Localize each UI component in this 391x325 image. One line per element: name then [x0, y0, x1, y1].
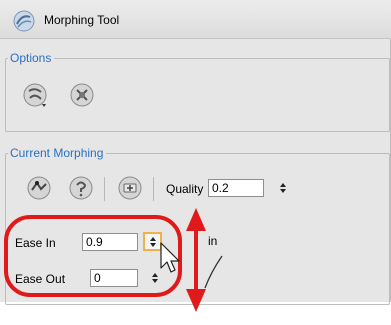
mouse-cursor-icon — [160, 242, 180, 273]
vertical-double-arrow-icon — [186, 208, 206, 312]
annotation-overlay — [4, 208, 223, 312]
highlight-ellipse — [4, 215, 182, 297]
curve-stub — [204, 255, 223, 289]
